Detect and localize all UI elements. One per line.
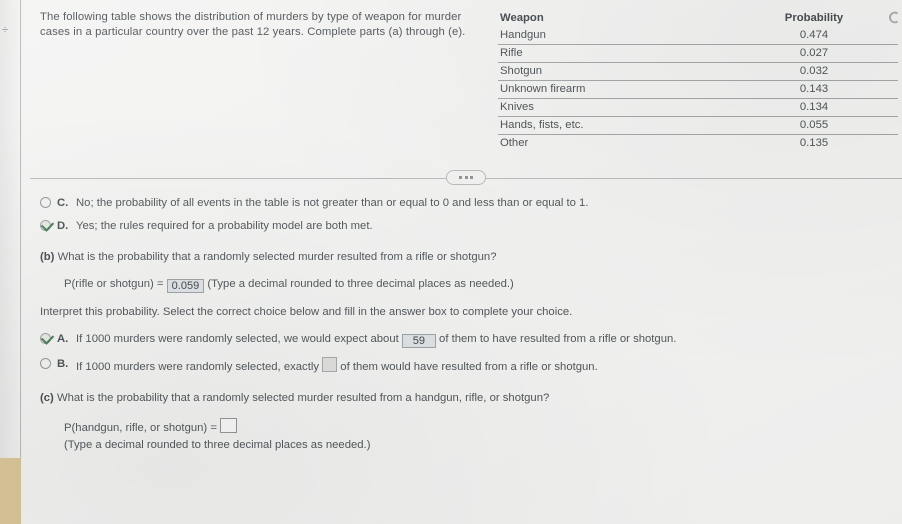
part-c-answer-input[interactable] [220, 418, 238, 433]
more-options-ellipsis-button[interactable] [446, 170, 486, 185]
cell-probability: 0.134 [730, 98, 898, 117]
choice-text-after: of them to have resulted from a rifle or… [439, 333, 677, 345]
part-c-question: (c) What is the probability that a rando… [40, 391, 900, 406]
interpret-instruction: Interpret this probability. Select the c… [40, 306, 573, 318]
choice-text: If 1000 murders were randomly selected, … [76, 357, 900, 374]
dot-icon [459, 176, 462, 179]
radio-c[interactable] [40, 197, 51, 208]
choice-d[interactable]: D. Yes; the rules required for a probabi… [40, 219, 900, 233]
table-header: Weapon Probability [498, 10, 898, 27]
weapon-probability-table: Weapon Probability Handgun 0.474 Rifle 0… [498, 10, 898, 152]
cell-probability: 0.032 [730, 62, 898, 81]
gutter-mark: ÷ [2, 24, 8, 36]
cell-weapon: Handgun [500, 29, 546, 41]
cell-probability: 0.055 [730, 116, 898, 135]
cell-weapon: Shotgun [498, 62, 730, 81]
cell-weapon: Unknown firearm [498, 80, 730, 99]
part-c-answer-hint: (Type a decimal rounded to three decimal… [64, 439, 371, 451]
cell-weapon: Hands, fists, etc. [498, 116, 730, 135]
table-row: Shotgun 0.032 [498, 62, 898, 81]
part-c-label: (c) [40, 392, 54, 404]
part-b-question-text: What is the probability that a randomly … [57, 251, 497, 263]
part-c-answer-line: P(handgun, rifle, or shotgun) = [64, 418, 900, 436]
table-row: Unknown firearm 0.143 [498, 80, 898, 99]
radio-a-checked[interactable] [40, 333, 51, 344]
part-b-answer-prefix: P(rifle or shotgun) = [64, 278, 164, 290]
table-row: Rifle 0.027 [498, 44, 898, 63]
left-gutter: ÷ [0, 0, 21, 524]
choice-text-before: If 1000 murders were randomly selected, … [76, 333, 399, 345]
choice-c[interactable]: C. No; the probability of all events in … [40, 196, 900, 210]
choice-letter: C. [57, 197, 69, 209]
table-row: Handgun 0.474 [498, 27, 898, 45]
choice-letter: B. [57, 358, 69, 370]
part-b-answer-input[interactable]: 0.059 [166, 279, 205, 293]
dot-icon [464, 176, 468, 179]
part-b-answer-hint: (Type a decimal rounded to three decimal… [207, 278, 514, 290]
radio-d-checked[interactable] [40, 220, 51, 231]
choice-a-answer-input[interactable]: 59 [401, 334, 436, 348]
cell-weapon: Knives [498, 98, 730, 117]
part-c-question-text: What is the probability that a randomly … [56, 392, 550, 404]
cell-probability: 0.027 [730, 44, 898, 63]
choice-text: No; the probability of all events in the… [76, 197, 589, 209]
column-header-weapon: Weapon [500, 12, 544, 24]
choice-text-after: of them would have resulted from a rifle… [340, 361, 598, 373]
part-c-answer-prefix: P(handgun, rifle, or shotgun) = [64, 422, 217, 434]
part-b-answer-line: P(rifle or shotgun) = 0.059 (Type a deci… [64, 277, 900, 293]
choice-text-before: If 1000 murders were randomly selected, … [76, 361, 319, 373]
worksheet-page: ÷ The following table shows the distribu… [0, 0, 902, 524]
part-b-label: (b) [40, 251, 55, 263]
table-header-row: Weapon Probability [498, 10, 898, 27]
section-divider [30, 168, 902, 188]
choice-b[interactable]: B. If 1000 murders were randomly selecte… [40, 357, 900, 374]
gutter-tan-block [0, 458, 21, 524]
content-area: The following table shows the distributi… [22, 0, 902, 524]
cell-probability: 0.135 [730, 134, 898, 152]
page-prompt: The following table shows the distributi… [40, 11, 466, 39]
question-body: C. No; the probability of all events in … [40, 196, 900, 455]
cell-probability: 0.474 [799, 29, 829, 41]
table-row: Hands, fists, etc. 0.055 [498, 116, 898, 135]
dot-icon [470, 176, 473, 179]
table-body: Handgun 0.474 Rifle 0.027 Shotgun 0.032 … [498, 27, 898, 152]
cell-weapon: Other [498, 134, 730, 152]
choice-a[interactable]: A. If 1000 murders were randomly selecte… [40, 332, 900, 348]
choice-letter: A. [57, 333, 69, 345]
choice-text: Yes; the rules required for a probabilit… [76, 220, 373, 232]
table-row: Other 0.135 [498, 134, 898, 152]
radio-b[interactable] [40, 358, 51, 369]
choice-b-answer-input[interactable] [322, 357, 338, 372]
choice-letter: D. [57, 220, 69, 232]
part-b-question: (b) What is the probability that a rando… [40, 250, 900, 265]
choice-text: If 1000 murders were randomly selected, … [76, 332, 900, 348]
cell-probability: 0.143 [730, 80, 898, 99]
cell-weapon: Rifle [498, 44, 730, 63]
table-row: Knives 0.134 [498, 98, 898, 117]
column-header-probability: Probability [784, 12, 844, 24]
